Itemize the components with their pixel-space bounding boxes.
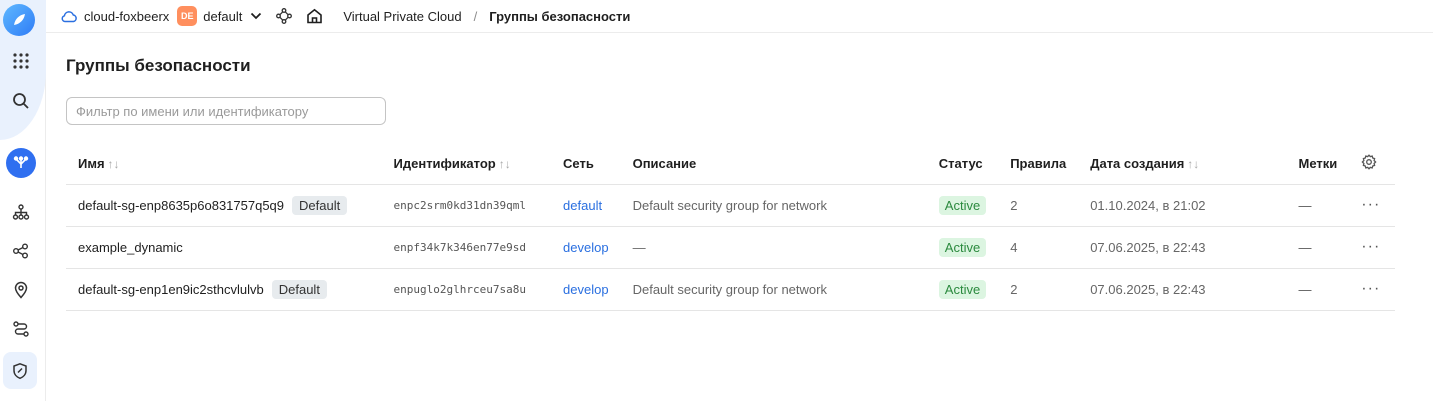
- table-row[interactable]: default-sg-enp8635p6o831757q5q9 Default e…: [66, 184, 1395, 227]
- cell-description: Default security group for network: [620, 268, 927, 311]
- cloud-name: cloud-foxbeerx: [84, 8, 170, 24]
- cell-created: 01.10.2024, в 21:02: [1078, 184, 1287, 227]
- folder-selector[interactable]: DE default: [169, 6, 262, 26]
- cell-status: Active: [926, 184, 999, 227]
- table-header-row: Имя ↑↓ Идентификатор ↑↓ Сеть Описание Стат…: [66, 143, 1395, 185]
- cell-created: 07.06.2025, в 22:43: [1078, 226, 1287, 269]
- column-header-description: Описание: [620, 143, 927, 185]
- network-link[interactable]: develop: [563, 282, 609, 297]
- location-pin-icon[interactable]: [4, 273, 38, 307]
- column-header-created[interactable]: Дата создания ↑↓: [1078, 143, 1287, 185]
- cell-id: enpf34k7k346en77e9sd: [381, 226, 552, 269]
- column-header-status: Статус: [926, 143, 999, 185]
- page-title: Группы безопасности: [66, 56, 251, 75]
- security-groups-table: Имя ↑↓ Идентификатор ↑↓ Сеть Описание Стат…: [66, 143, 1395, 311]
- sort-icon[interactable]: ↑↓: [499, 157, 511, 171]
- sidebar: [0, 0, 46, 401]
- cell-labels: —: [1286, 226, 1350, 269]
- cell-description: Default security group for network: [620, 184, 927, 227]
- folder-name: default: [203, 8, 243, 24]
- apps-grid-icon[interactable]: [4, 44, 38, 78]
- connections-icon[interactable]: [4, 234, 38, 268]
- status-badge: Active: [938, 237, 987, 257]
- status-badge: Active: [938, 195, 987, 215]
- filter-input[interactable]: [66, 97, 386, 125]
- table-row[interactable]: default-sg-enp1en9ic2sthcvlulvb Default e…: [66, 268, 1395, 311]
- route-icon[interactable]: [4, 312, 38, 346]
- home-icon[interactable]: [306, 8, 323, 24]
- cell-network: develop: [551, 226, 621, 269]
- breadcrumb-current: Группы безопасности: [489, 8, 631, 24]
- cell-status: Active: [926, 226, 999, 269]
- top-bar: cloud-foxbeerx DE default Virtual Privat…: [46, 0, 1433, 33]
- cell-rules: 2: [998, 268, 1079, 311]
- cell-created: 07.06.2025, в 22:43: [1078, 268, 1287, 311]
- row-actions-menu[interactable]: ···: [1349, 226, 1395, 269]
- search-icon[interactable]: [4, 84, 38, 118]
- cell-name[interactable]: default-sg-enp8635p6o831757q5q9 Default: [66, 184, 382, 227]
- default-tag: Default: [292, 195, 348, 215]
- cell-rules: 4: [998, 226, 1079, 269]
- group-name[interactable]: default-sg-enp1en9ic2sthcvlulvb: [78, 282, 264, 297]
- row-actions-menu[interactable]: ···: [1349, 184, 1395, 227]
- cell-id: enpc2srm0kd31dn39qml: [381, 184, 552, 227]
- column-header-name[interactable]: Имя ↑↓: [66, 143, 382, 185]
- shield-icon[interactable]: [3, 352, 37, 389]
- column-header-labels: Метки: [1286, 143, 1350, 185]
- cell-network: develop: [551, 268, 621, 311]
- column-header-network: Сеть: [551, 143, 621, 185]
- sort-icon[interactable]: ↑↓: [108, 157, 120, 171]
- cell-labels: —: [1286, 268, 1350, 311]
- column-header-id[interactable]: Идентификатор ↑↓: [381, 143, 552, 185]
- chevron-down-icon[interactable]: [250, 12, 262, 20]
- column-settings[interactable]: [1349, 143, 1395, 185]
- breadcrumb-separator: /: [473, 8, 478, 24]
- cell-name[interactable]: default-sg-enp1en9ic2sthcvlulvb Default: [66, 268, 382, 311]
- cell-rules: 2: [998, 184, 1079, 227]
- network-link[interactable]: default: [563, 198, 602, 213]
- group-name[interactable]: default-sg-enp8635p6o831757q5q9: [78, 198, 284, 213]
- cell-id: enpuglo2glhrceu7sa8u: [381, 268, 552, 311]
- cloud-selector[interactable]: cloud-foxbeerx: [60, 9, 169, 24]
- cell-network: default: [551, 184, 621, 227]
- network-link[interactable]: develop: [563, 240, 609, 255]
- table-row[interactable]: example_dynamic enpf34k7k346en77e9sd dev…: [66, 226, 1395, 269]
- breadcrumb-vpc[interactable]: Virtual Private Cloud: [343, 9, 461, 24]
- vpc-service-icon[interactable]: [4, 146, 38, 180]
- sort-icon[interactable]: ↑↓: [1187, 157, 1199, 171]
- cell-description: —: [620, 226, 927, 269]
- nodes-icon[interactable]: [276, 8, 293, 24]
- group-name[interactable]: example_dynamic: [78, 240, 183, 255]
- logo-icon[interactable]: [3, 4, 35, 36]
- cell-status: Active: [926, 268, 999, 311]
- column-header-rules: Правила: [998, 143, 1079, 185]
- status-badge: Active: [938, 279, 987, 299]
- folder-badge: DE: [177, 6, 198, 26]
- network-topology-icon[interactable]: [4, 195, 38, 229]
- cloud-icon: [61, 11, 77, 23]
- cell-labels: —: [1286, 184, 1350, 227]
- row-actions-menu[interactable]: ···: [1349, 268, 1395, 311]
- settings-gear-icon[interactable]: [1361, 153, 1377, 170]
- default-tag: Default: [271, 279, 327, 299]
- cell-name[interactable]: example_dynamic: [66, 226, 382, 269]
